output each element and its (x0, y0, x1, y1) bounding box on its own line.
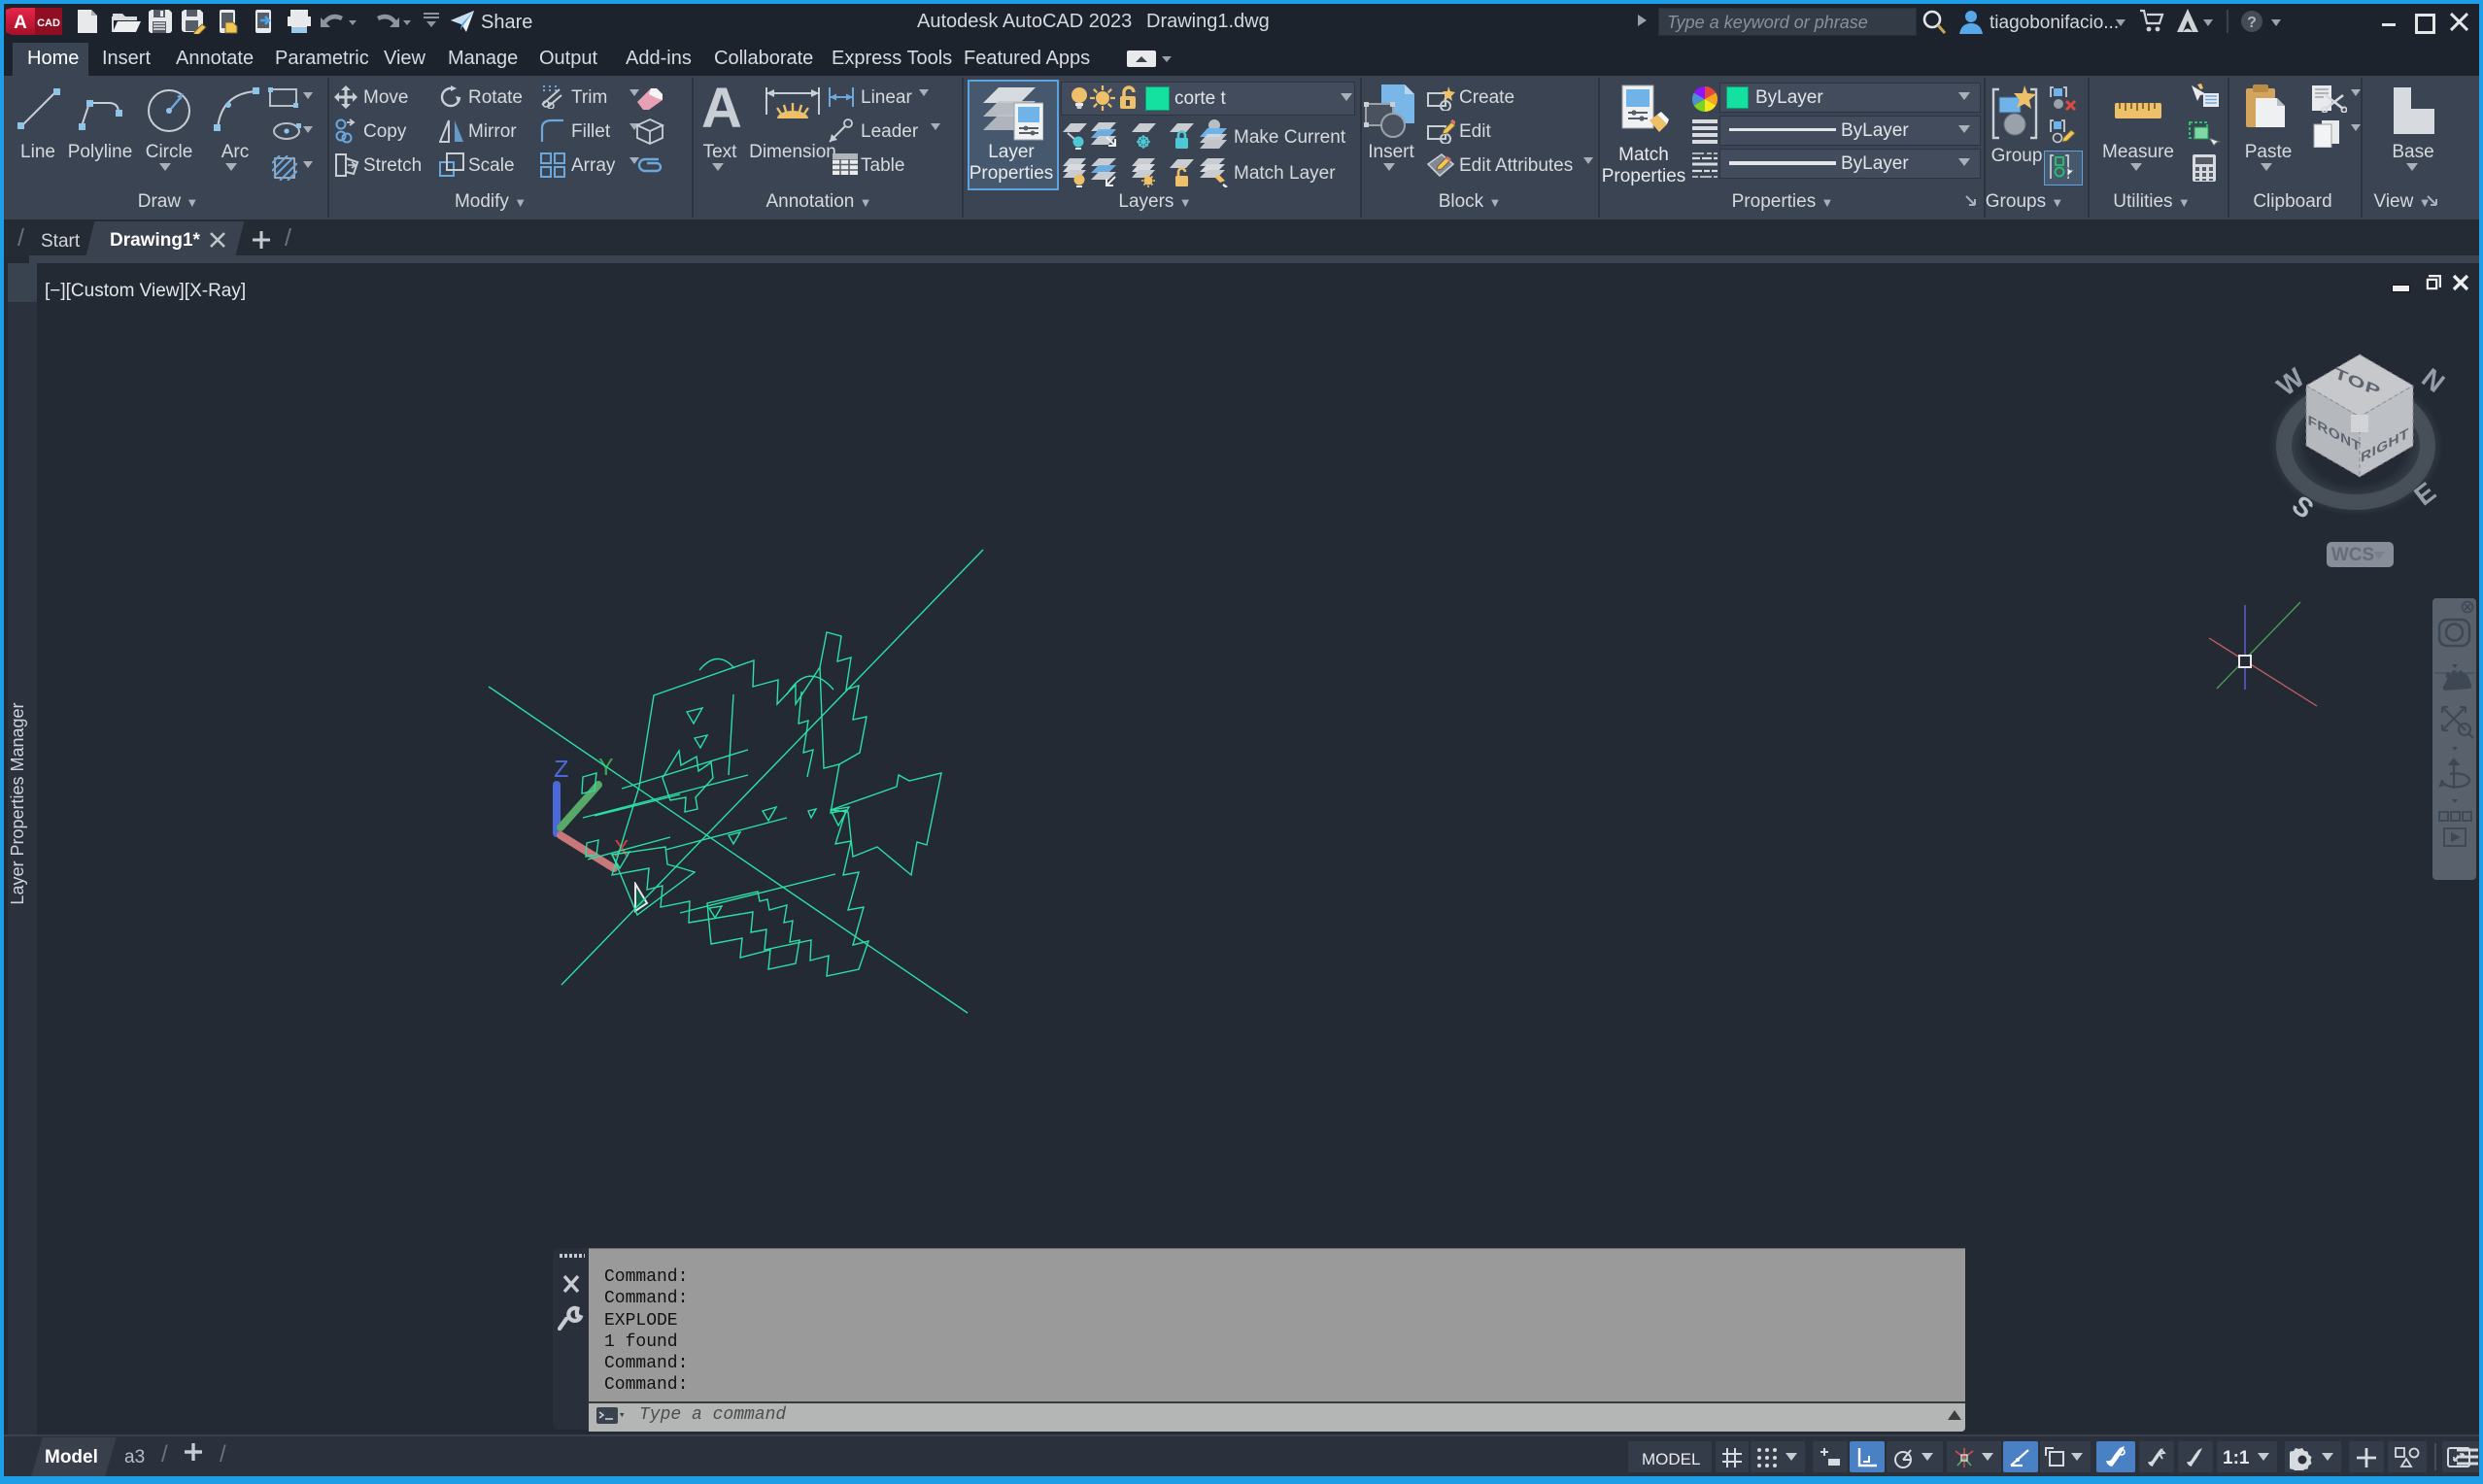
svg-text:?: ? (2247, 15, 2257, 31)
svg-text:A: A (14, 13, 27, 33)
svg-text:WCS: WCS (2331, 545, 2374, 565)
svg-text:N: N (2416, 362, 2450, 398)
svg-text:CAD: CAD (37, 17, 60, 29)
